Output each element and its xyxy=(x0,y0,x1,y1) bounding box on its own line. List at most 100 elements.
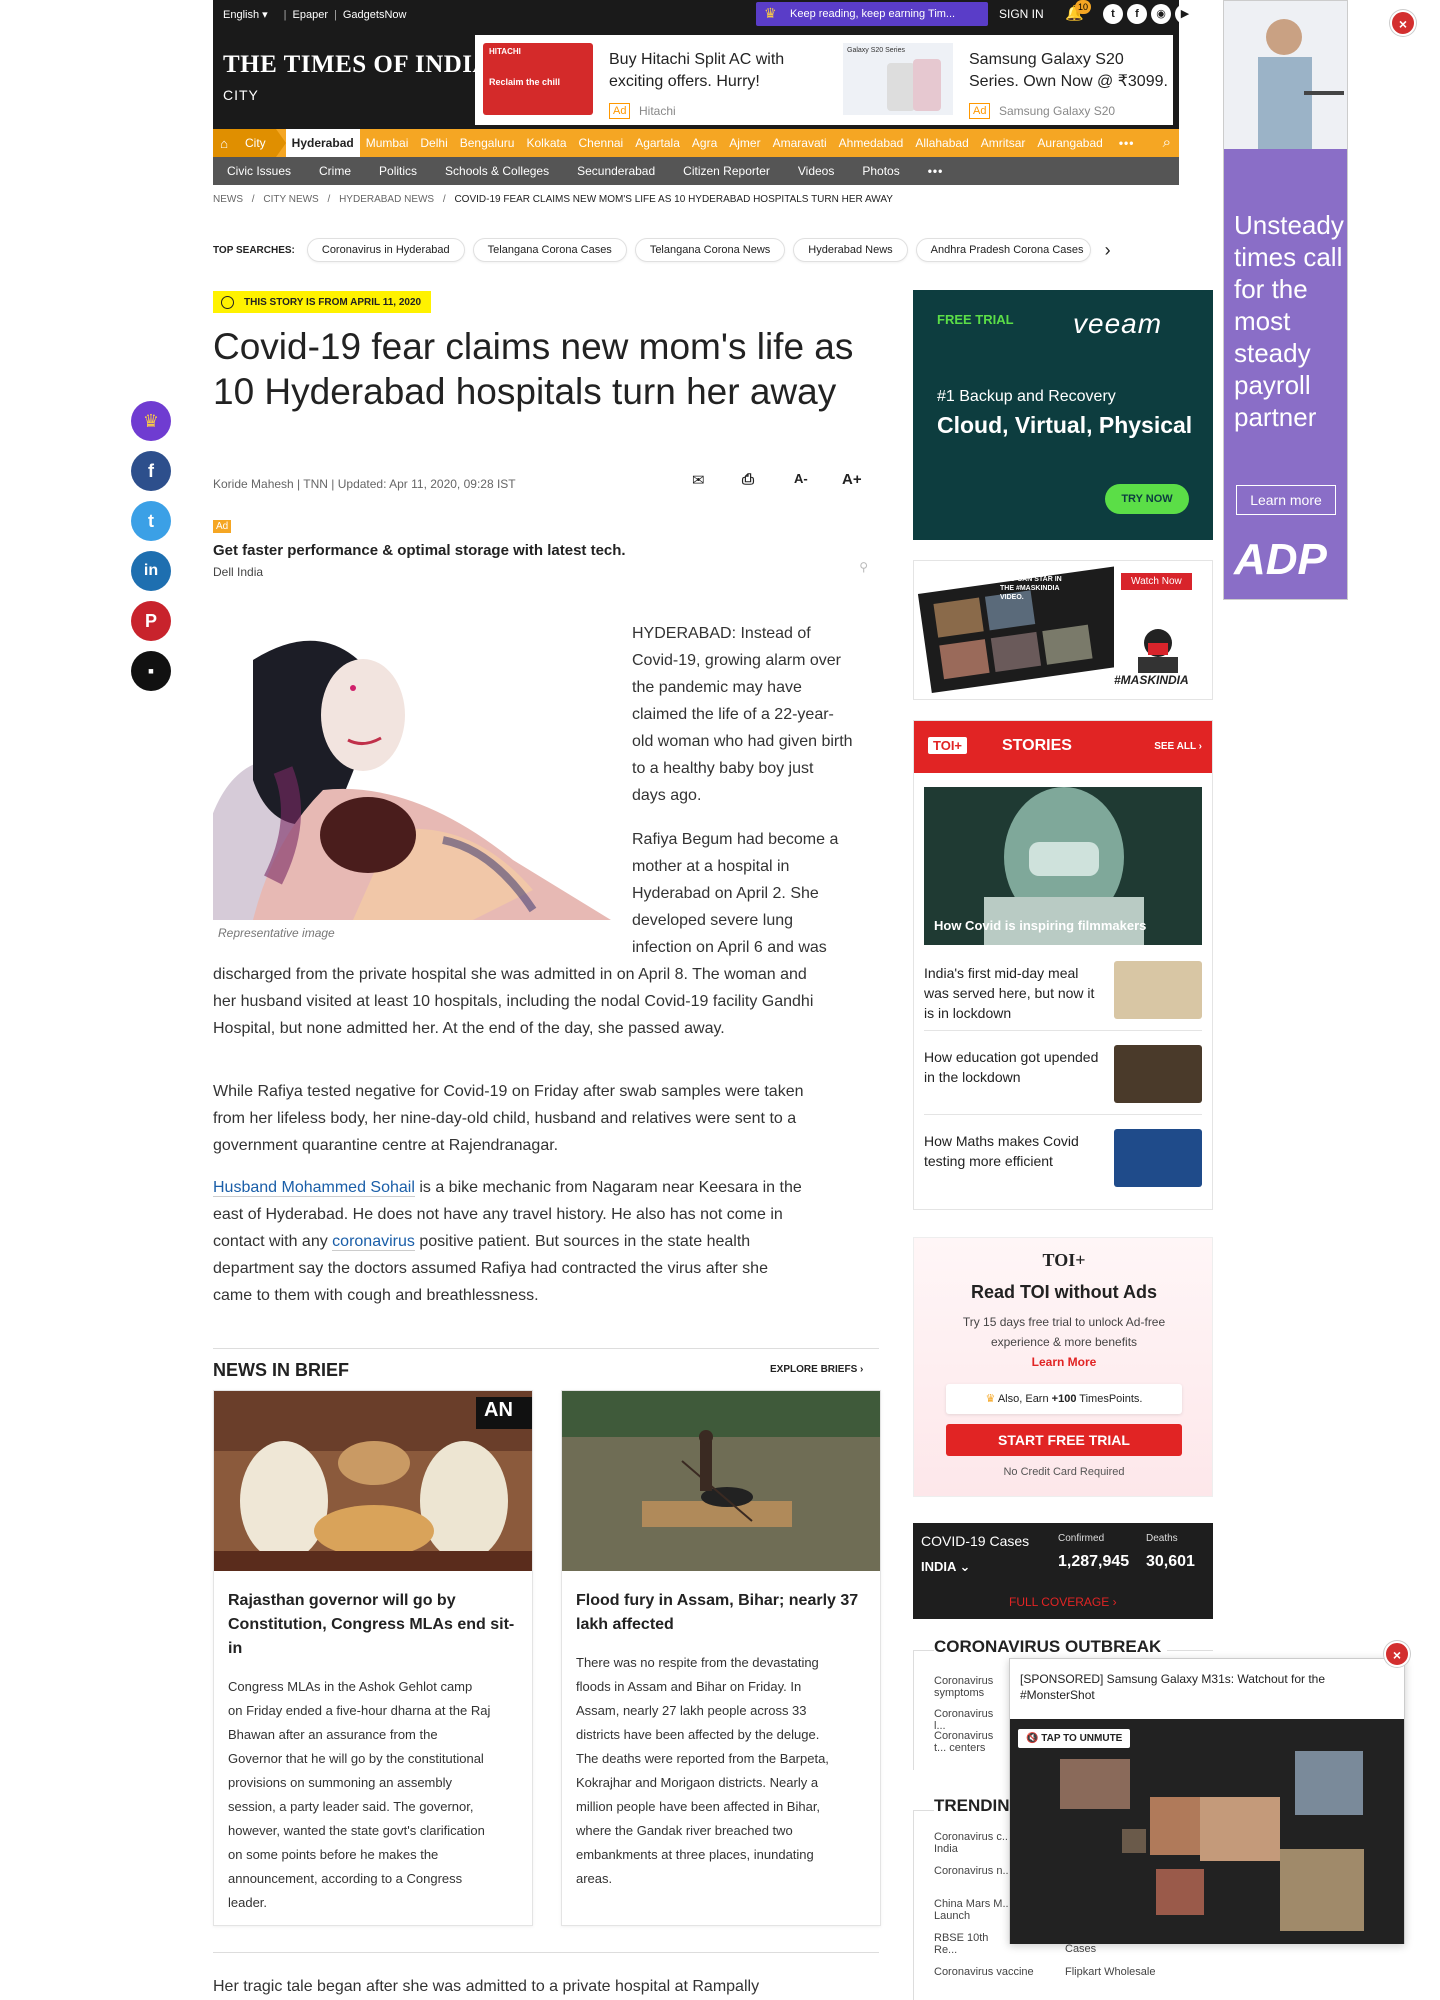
sign-in-link[interactable]: SIGN IN xyxy=(999,7,1044,21)
inline-ad[interactable]: Ad Get faster performance & optimal stor… xyxy=(213,520,878,580)
twitter-share-icon[interactable]: t xyxy=(131,501,171,541)
chevron-right-icon[interactable]: › xyxy=(1105,240,1111,261)
samsung-ad-image[interactable]: Galaxy S20 Series xyxy=(843,43,953,115)
facebook-icon[interactable]: f xyxy=(1127,4,1147,24)
trending-link[interactable]: Coronavirus c... India xyxy=(934,1831,1014,1855)
country-selector[interactable]: INDIA ⌄ xyxy=(921,1559,970,1575)
brief-title[interactable]: Rajasthan governor will go by Constituti… xyxy=(228,1589,518,1661)
nav-city-item[interactable]: Ahmedabad xyxy=(833,136,910,150)
story-item[interactable]: India's first mid-day meal was served he… xyxy=(924,957,1202,1031)
youtube-icon[interactable]: ▶ xyxy=(1175,4,1195,24)
samsung-ad-title[interactable]: Samsung Galaxy S20 Series. Own Now @ ₹30… xyxy=(969,49,1169,93)
subnav-item[interactable]: Civic Issues xyxy=(213,164,305,178)
print-icon[interactable]: ⎙ xyxy=(742,471,754,488)
close-icon[interactable]: × xyxy=(1384,1641,1410,1667)
breadcrumb-link[interactable]: CITY NEWS xyxy=(263,194,318,205)
epaper-link[interactable]: Epaper xyxy=(293,9,328,21)
nav-city-item[interactable]: Kolkata xyxy=(520,136,572,150)
subnav-item[interactable]: Politics xyxy=(365,164,431,178)
outbreak-link[interactable]: Coronavirus t... centers xyxy=(934,1730,1004,1754)
brief-image[interactable] xyxy=(562,1391,880,1571)
nav-city-item[interactable]: Aurangabad xyxy=(1031,136,1108,150)
site-logo[interactable]: THE TIMES OF INDIA xyxy=(223,51,491,79)
twitter-icon[interactable]: t xyxy=(1103,4,1123,24)
learn-more-link[interactable]: Learn More xyxy=(1032,1355,1097,1369)
close-icon[interactable]: × xyxy=(1390,10,1416,36)
see-all-link[interactable]: SEE ALL › xyxy=(1154,741,1202,752)
maskindia-ad[interactable]: YOU CAN STAR IN THE #MASKINDIA VIDEO. Wa… xyxy=(913,560,1213,700)
video-player[interactable]: 🔇 TAP TO UNMUTE xyxy=(1010,1719,1404,1944)
trending-link[interactable]: Coronavirus n... xyxy=(934,1865,1014,1877)
start-free-trial-button[interactable]: START FREE TRIAL xyxy=(946,1424,1182,1456)
article-image[interactable] xyxy=(213,620,611,920)
hitachi-ad-image[interactable]: HITACHI Reclaim the chill xyxy=(483,43,593,115)
trending-link[interactable]: China Mars M... Launch xyxy=(934,1898,1014,1922)
nav-city-item[interactable]: Mumbai xyxy=(360,136,415,150)
search-chip[interactable]: Telangana Corona Cases xyxy=(472,238,627,262)
nav-city-item[interactable]: Amritsar xyxy=(975,136,1032,150)
font-increase-button[interactable]: A+ xyxy=(842,471,862,488)
more-cities-button[interactable]: ••• xyxy=(1109,136,1145,150)
hitachi-ad-title[interactable]: Buy Hitachi Split AC with exciting offer… xyxy=(609,49,809,93)
veeam-ad[interactable]: FREE TRIAL veeam #1 Backup and Recovery … xyxy=(913,290,1213,540)
explore-briefs-link[interactable]: EXPLORE BRIEFS › xyxy=(770,1364,863,1375)
subnav-item[interactable]: Photos xyxy=(848,164,913,178)
subnav-item[interactable]: Crime xyxy=(305,164,365,178)
search-chip[interactable]: Telangana Corona News xyxy=(634,238,786,262)
trending-link[interactable]: Cases xyxy=(1065,1943,1096,1955)
search-chip[interactable]: Hyderabad News xyxy=(793,238,908,262)
adp-ad[interactable]: Unsteady times call for the most steady … xyxy=(1223,0,1348,600)
watch-now-button[interactable]: Watch Now xyxy=(1121,573,1192,590)
rss-icon[interactable]: ◉ xyxy=(1151,4,1171,24)
outbreak-link[interactable]: Coronavirus l... xyxy=(934,1708,1004,1732)
coronavirus-link[interactable]: coronavirus xyxy=(332,1233,415,1251)
pinterest-share-icon[interactable]: P xyxy=(131,601,171,641)
nav-city-item[interactable]: Bengaluru xyxy=(454,136,521,150)
crown-icon[interactable]: ♛ xyxy=(131,401,171,441)
subnav-item[interactable]: Citizen Reporter xyxy=(669,164,784,178)
nav-city-item[interactable]: Chennai xyxy=(573,136,630,150)
timespoints-banner[interactable]: ♛ Keep reading, keep earning Tim... xyxy=(756,2,988,26)
breadcrumb-link[interactable]: HYDERABAD NEWS xyxy=(339,194,434,205)
trending-link[interactable]: Flipkart Wholesale xyxy=(1065,1966,1155,1978)
gadgetsnow-link[interactable]: GadgetsNow xyxy=(343,9,407,21)
more-sections-button[interactable]: ••• xyxy=(914,164,958,178)
brief-card[interactable]: Flood fury in Assam, Bihar; nearly 37 la… xyxy=(561,1390,881,1926)
nav-city-item[interactable]: Delhi xyxy=(414,136,453,150)
language-selector[interactable]: English ▾ xyxy=(223,8,268,21)
facebook-share-icon[interactable]: f xyxy=(131,451,171,491)
nav-city-item[interactable]: Agartala xyxy=(629,136,686,150)
inline-ad-title[interactable]: Get faster performance & optimal storage… xyxy=(213,542,626,559)
story-item[interactable]: How education got upended in the lockdow… xyxy=(924,1041,1202,1115)
brief-image[interactable]: AN xyxy=(214,1391,532,1571)
brief-title[interactable]: Flood fury in Assam, Bihar; nearly 37 la… xyxy=(576,1589,866,1637)
trending-link[interactable]: Coronavirus vaccine xyxy=(934,1966,1034,1978)
subnav-item[interactable]: Secunderabad xyxy=(563,164,669,178)
subnav-item[interactable]: Videos xyxy=(784,164,848,178)
nav-city-item[interactable]: Allahabad xyxy=(909,136,974,150)
breadcrumb-link[interactable]: NEWS xyxy=(213,194,243,205)
story-item[interactable]: How Maths makes Covid testing more effic… xyxy=(924,1125,1202,1199)
trending-link[interactable]: RBSE 10th Re... xyxy=(934,1932,1014,1956)
nav-city[interactable]: City xyxy=(235,129,276,157)
husband-link[interactable]: Husband Mohammed Sohail xyxy=(213,1179,415,1197)
outbreak-link[interactable]: Coronavirus symptoms xyxy=(934,1675,1004,1699)
full-coverage-link[interactable]: FULL COVERAGE › xyxy=(1009,1595,1117,1609)
subnav-item[interactable]: Schools & Colleges xyxy=(431,164,563,178)
search-chip[interactable]: Coronavirus in Hyderabad xyxy=(306,238,465,262)
home-icon[interactable]: ⌂ xyxy=(213,129,235,157)
veeam-try-now-button[interactable]: TRY NOW xyxy=(1105,484,1189,514)
email-icon[interactable]: ✉ xyxy=(692,471,705,489)
nav-city-hyderabad[interactable]: Hyderabad xyxy=(285,129,360,157)
search-icon[interactable]: ⌕ xyxy=(1163,134,1171,151)
comment-icon[interactable]: ▪ xyxy=(131,651,171,691)
font-decrease-button[interactable]: A- xyxy=(794,471,808,486)
story-feature[interactable]: How Covid is inspiring filmmakers xyxy=(924,787,1202,945)
brief-card[interactable]: AN Rajasthan governor will go by Constit… xyxy=(213,1390,533,1926)
linkedin-share-icon[interactable]: in xyxy=(131,551,171,591)
adchoices-icon[interactable]: ⚲ xyxy=(859,560,868,574)
video-title[interactable]: [SPONSORED] Samsung Galaxy M31s: Watchou… xyxy=(1020,1671,1360,1703)
adp-learn-more-button[interactable]: Learn more xyxy=(1236,485,1336,515)
nav-city-item[interactable]: Amaravati xyxy=(767,136,833,150)
covid-cases-widget[interactable]: COVID-19 Cases INDIA ⌄ Confirmed 1,287,9… xyxy=(913,1523,1213,1619)
